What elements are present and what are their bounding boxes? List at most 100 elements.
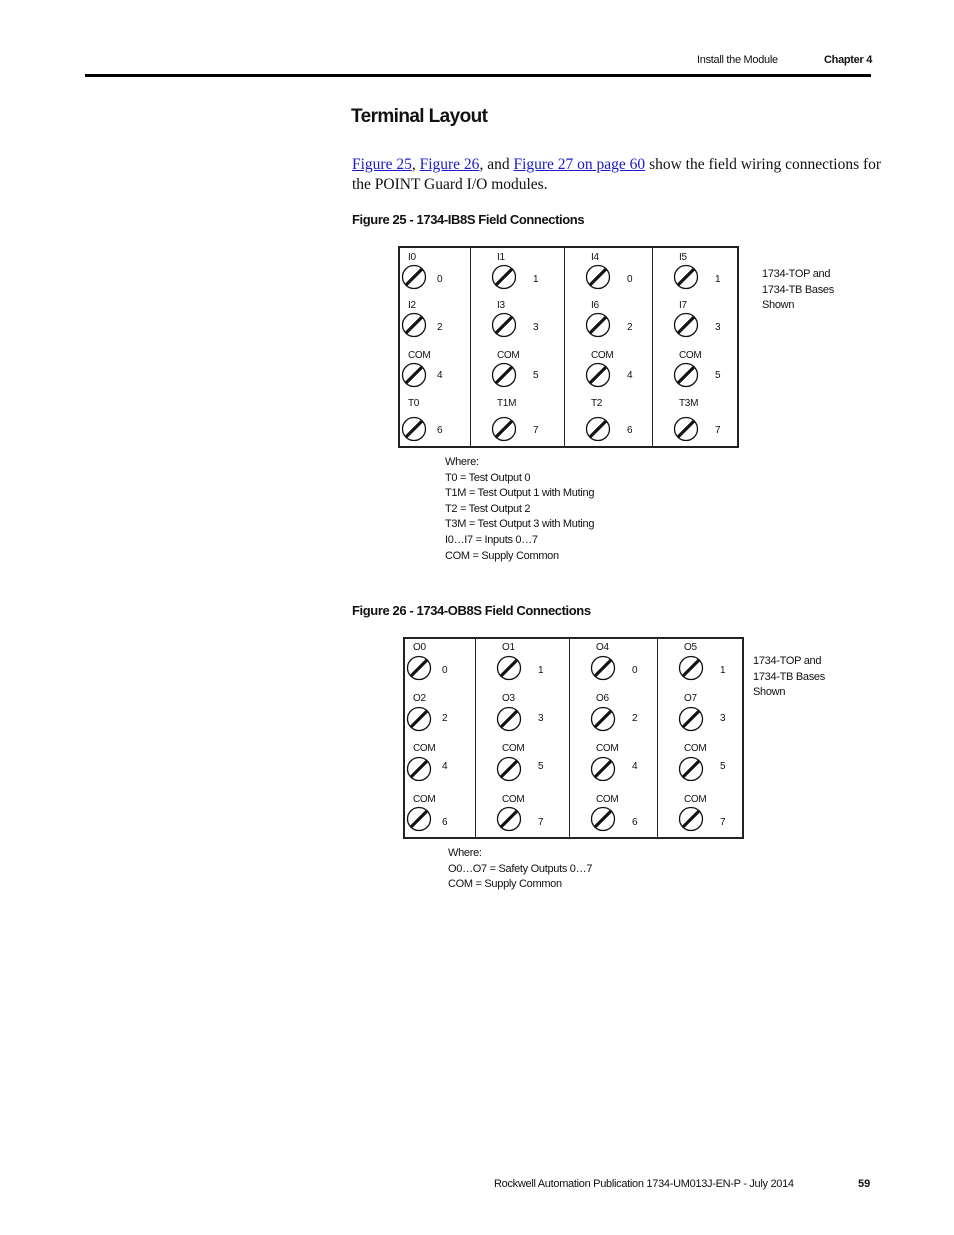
terminal-number: 0 xyxy=(437,274,443,285)
terminal-label: O2 xyxy=(413,693,426,704)
terminal-label: I6 xyxy=(591,300,599,311)
header-rule xyxy=(85,74,871,77)
legend-line: O0…O7 = Safety Outputs 0…7 xyxy=(448,862,593,875)
terminal-label: I2 xyxy=(408,300,416,311)
terminal-label: T3M xyxy=(679,398,699,409)
terminal-column: O4 0 O6 2 COM 4 COM 6 xyxy=(570,639,658,837)
terminal-label: COM xyxy=(596,794,619,805)
screw-terminal-icon xyxy=(678,756,704,782)
screw-terminal-icon xyxy=(678,706,704,732)
screw-terminal-icon xyxy=(585,264,611,290)
screw-terminal-icon xyxy=(401,264,427,290)
screw-terminal-icon xyxy=(673,312,699,338)
terminal-number: 6 xyxy=(632,817,638,828)
terminal-label: COM xyxy=(502,794,525,805)
screw-terminal-icon xyxy=(585,312,611,338)
terminal-label: T0 xyxy=(408,398,420,409)
running-header-section: Install the Module xyxy=(697,54,778,66)
terminal-column: O1 1 O3 3 COM 5 COM 7 xyxy=(476,639,570,837)
terminal-number: 0 xyxy=(632,665,638,676)
terminal-number: 4 xyxy=(632,761,638,772)
screw-terminal-icon xyxy=(585,362,611,388)
screw-terminal-icon xyxy=(496,806,522,832)
terminal-number: 2 xyxy=(437,322,443,333)
terminal-label: O4 xyxy=(596,642,609,653)
terminal-number: 2 xyxy=(442,713,448,724)
side-note-line: Shown xyxy=(762,299,795,311)
legend-line: T3M = Test Output 3 with Muting xyxy=(445,518,595,531)
terminal-number: 2 xyxy=(627,322,633,333)
legend-line: Where: xyxy=(445,456,479,468)
intro-paragraph: Figure 25, Figure 26, and Figure 27 on p… xyxy=(352,155,882,195)
terminal-number: 3 xyxy=(720,713,726,724)
terminal-label: O5 xyxy=(684,642,697,653)
terminal-label: I4 xyxy=(591,252,599,263)
terminal-label: I7 xyxy=(679,300,687,311)
screw-terminal-icon xyxy=(678,806,704,832)
screw-terminal-icon xyxy=(401,312,427,338)
terminal-number: 4 xyxy=(437,370,443,381)
figure-25-side-note: 1734-TOP and 1734-TB Bases Shown xyxy=(762,267,834,314)
screw-terminal-icon xyxy=(590,706,616,732)
terminal-number: 4 xyxy=(442,761,448,772)
screw-terminal-icon xyxy=(673,416,699,442)
side-note-line: 1734-TB Bases xyxy=(753,670,825,683)
terminal-label: COM xyxy=(413,743,436,754)
terminal-number: 6 xyxy=(437,425,443,436)
terminal-number: 1 xyxy=(533,274,539,285)
footer-publication: Rockwell Automation Publication 1734-UM0… xyxy=(494,1178,794,1190)
figure-26-terminal-diagram: O0 0 O2 2 COM 4 COM 6 O1 1 O3 3 COM 5 COM 7 O4 0 O6 2 COM 4 CO… xyxy=(403,637,744,839)
terminal-label: COM xyxy=(502,743,525,754)
terminal-number: 6 xyxy=(627,425,633,436)
terminal-number: 7 xyxy=(720,817,726,828)
legend-line: T0 = Test Output 0 xyxy=(445,471,531,484)
terminal-number: 5 xyxy=(715,370,721,381)
side-note-line: 1734-TOP and xyxy=(762,268,831,280)
terminal-label: T2 xyxy=(591,398,603,409)
screw-terminal-icon xyxy=(401,362,427,388)
screw-terminal-icon xyxy=(590,806,616,832)
terminal-label: COM xyxy=(408,350,431,361)
terminal-number: 1 xyxy=(715,274,721,285)
terminal-number: 7 xyxy=(538,817,544,828)
legend-line: T2 = Test Output 2 xyxy=(445,502,531,515)
terminal-number: 0 xyxy=(442,665,448,676)
legend-line: T1M = Test Output 1 with Muting xyxy=(445,487,595,500)
terminal-column: I5 1 I7 3 COM 5 T3M 7 xyxy=(653,248,741,446)
figure-26-side-note: 1734-TOP and 1734-TB Bases Shown xyxy=(753,654,825,701)
terminal-column: I1 1 I3 3 COM 5 T1M 7 xyxy=(471,248,565,446)
running-header-chapter: Chapter 4 xyxy=(824,54,873,66)
screw-terminal-icon xyxy=(491,362,517,388)
section-title: Terminal Layout xyxy=(351,106,488,127)
legend-line: Where: xyxy=(448,847,482,859)
terminal-label: COM xyxy=(497,350,520,361)
terminal-number: 1 xyxy=(720,665,726,676)
terminal-number: 1 xyxy=(538,665,544,676)
screw-terminal-icon xyxy=(590,655,616,681)
terminal-number: 3 xyxy=(533,322,539,333)
legend-line: I0…I7 = Inputs 0…7 xyxy=(445,533,538,546)
screw-terminal-icon xyxy=(401,416,427,442)
terminal-label: COM xyxy=(679,350,702,361)
terminal-number: 6 xyxy=(442,817,448,828)
terminal-label: I5 xyxy=(679,252,687,263)
figure-25-terminal-diagram: I0 0 I2 2 COM 4 T0 6 I1 1 I3 3 COM 5 T1M 7 I4 0 I6 2 COM 4 T2 6… xyxy=(398,246,739,448)
terminal-number: 5 xyxy=(538,761,544,772)
terminal-label: T1M xyxy=(497,398,517,409)
terminal-number: 0 xyxy=(627,274,633,285)
intro-sep-1: , xyxy=(411,156,420,173)
screw-terminal-icon xyxy=(585,416,611,442)
side-note-line: Shown xyxy=(753,686,786,698)
side-note-line: 1734-TB Bases xyxy=(762,283,834,296)
link-figure-25[interactable]: Figure 25 xyxy=(352,156,412,173)
terminal-label: O0 xyxy=(413,642,426,653)
terminal-label: O6 xyxy=(596,693,609,704)
figure-25-legend: Where: T0 = Test Output 0 T1M = Test Out… xyxy=(445,455,594,564)
terminal-label: COM xyxy=(684,794,707,805)
terminal-number: 7 xyxy=(715,425,721,436)
screw-terminal-icon xyxy=(406,756,432,782)
terminal-label: O3 xyxy=(502,693,515,704)
link-figure-26[interactable]: Figure 26 xyxy=(420,156,480,173)
link-figure-27[interactable]: Figure 27 on page 60 xyxy=(513,156,645,173)
screw-terminal-icon xyxy=(491,264,517,290)
